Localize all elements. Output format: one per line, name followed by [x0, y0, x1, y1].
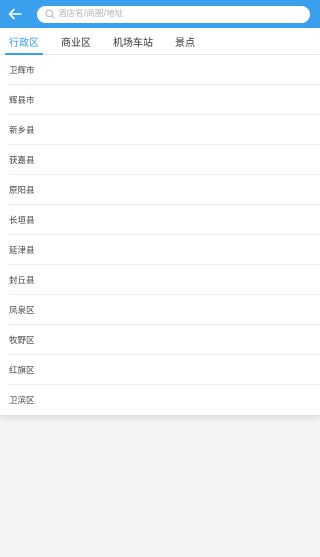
list-item-weihui[interactable]: 卫辉市	[0, 55, 320, 85]
list-item-changyuan[interactable]: 长垣县	[0, 205, 320, 235]
list-item-fengqiu[interactable]: 封丘县	[0, 265, 320, 295]
list-item-huixian[interactable]: 辉县市	[0, 85, 320, 115]
list-item-xinxiang-county[interactable]: 新乡县	[0, 115, 320, 145]
tab-business-area[interactable]: 商业区	[56, 28, 96, 54]
district-list: 卫辉市 辉县市 新乡县 获嘉县 原阳县 长垣县 延津县 封丘县 凤泉区 牧野区 …	[0, 55, 320, 415]
tab-scenic-spot[interactable]: 景点	[170, 28, 200, 54]
search-box[interactable]	[37, 5, 310, 23]
list-item-weibin[interactable]: 卫滨区	[0, 385, 320, 415]
arrow-left-icon	[8, 8, 22, 20]
list-item-yanjin[interactable]: 延津县	[0, 235, 320, 265]
list-item-huojia[interactable]: 获嘉县	[0, 145, 320, 175]
category-tabs: 行政区 商业区 机场车站 景点	[0, 28, 320, 55]
search-input[interactable]	[58, 9, 258, 19]
list-item-fengquan[interactable]: 凤泉区	[0, 295, 320, 325]
search-icon	[44, 9, 55, 20]
back-button[interactable]	[6, 5, 24, 23]
tab-district[interactable]: 行政区	[4, 28, 44, 55]
tab-airport-station[interactable]: 机场车站	[108, 28, 158, 54]
list-item-muye[interactable]: 牧野区	[0, 325, 320, 355]
list-item-hongqi[interactable]: 红旗区	[0, 355, 320, 385]
top-bar	[0, 0, 320, 28]
list-item-yuanyang[interactable]: 原阳县	[0, 175, 320, 205]
